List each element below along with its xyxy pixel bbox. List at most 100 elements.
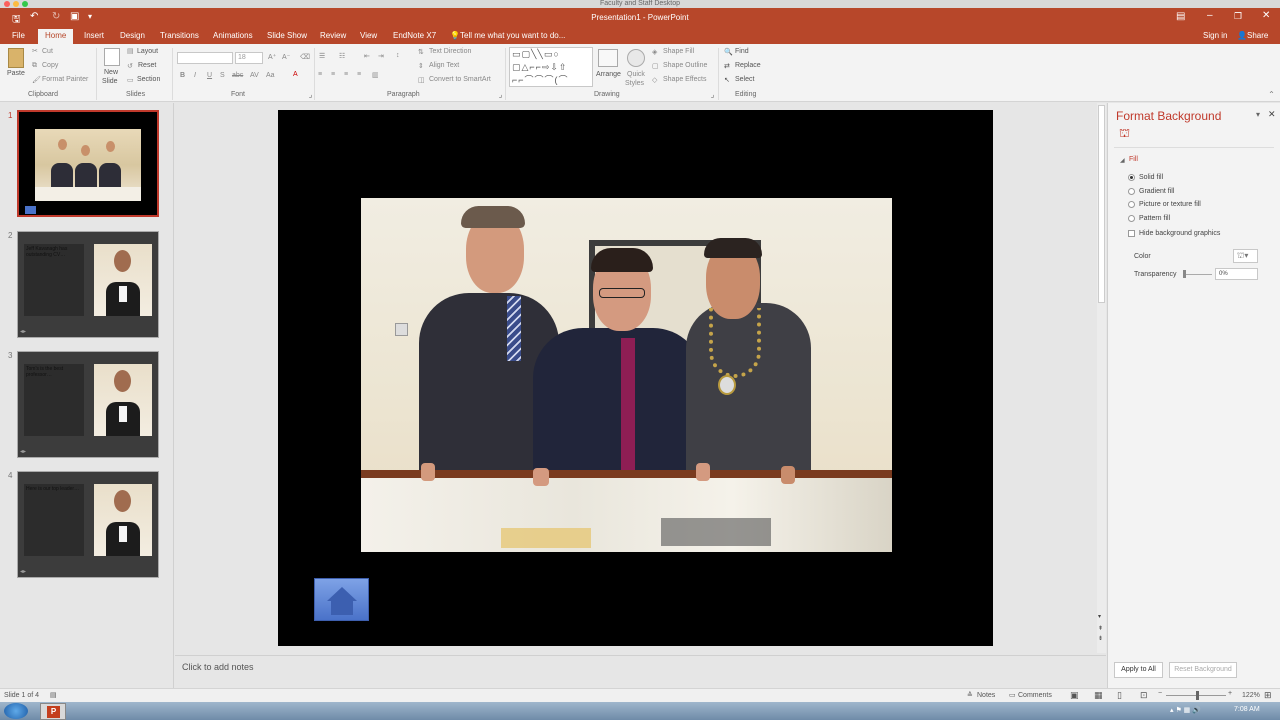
close-dot[interactable] [4, 1, 10, 7]
drawing-dialog-launcher-icon[interactable]: ⌟ [708, 90, 717, 99]
bold-button[interactable]: B [180, 72, 185, 79]
tray-icons[interactable]: ▴ ⚑ ▦ 🔊 [1170, 706, 1201, 714]
transparency-slider-thumb[interactable] [1183, 270, 1186, 278]
cut-icon[interactable]: ✂ [32, 47, 38, 55]
gradient-fill-radio[interactable] [1128, 188, 1135, 195]
tab-design[interactable]: Design [120, 31, 145, 40]
text-direction-icon[interactable]: ⇅ [418, 48, 424, 56]
fit-slide-icon[interactable]: ⊞ [1264, 690, 1272, 701]
slide-sorter-icon[interactable]: ▦ [1094, 690, 1103, 701]
slide-photo[interactable] [361, 198, 892, 552]
shape-outline-button[interactable]: Shape Outline [663, 62, 707, 69]
slide-thumb-4[interactable]: Here is our top leader… ◂▸ [17, 471, 159, 578]
section-icon[interactable]: ▭ [127, 76, 134, 84]
comments-toggle[interactable]: Comments [1018, 692, 1052, 699]
shape-effects-button[interactable]: Shape Effects [663, 76, 706, 83]
normal-view-icon[interactable]: ▣ [1070, 690, 1079, 701]
shape-outline-icon[interactable]: ▢ [652, 62, 659, 70]
numbering-icon[interactable]: ☷ [339, 52, 345, 60]
char-spacing-icon[interactable]: AV [250, 72, 259, 79]
font-color-icon[interactable]: A [293, 71, 298, 78]
reset-background-button[interactable]: Reset Background [1169, 662, 1237, 678]
tell-me-box[interactable]: Tell me what you want to do... [460, 31, 565, 40]
layout-icon[interactable]: ▤ [127, 47, 134, 55]
change-case-icon[interactable]: Aa [266, 72, 275, 79]
grow-font-icon[interactable]: A⁺ [268, 53, 276, 61]
transparency-input[interactable]: 0% [1215, 268, 1258, 280]
columns-icon[interactable]: ▥ [372, 71, 379, 79]
align-left-icon[interactable]: ≡ [318, 71, 322, 78]
solid-fill-label[interactable]: Solid fill [1139, 174, 1163, 181]
quick-styles-button-2[interactable]: Styles [625, 80, 644, 87]
minimize-dot[interactable] [13, 1, 19, 7]
zoom-slider-thumb[interactable] [1196, 691, 1199, 700]
hide-bg-label[interactable]: Hide background graphics [1139, 230, 1220, 237]
share-button[interactable]: Share [1247, 31, 1268, 40]
clock[interactable]: 7:08 AM [1234, 706, 1260, 713]
tab-file[interactable]: File [12, 31, 25, 40]
tab-transitions[interactable]: Transitions [160, 31, 199, 40]
find-button[interactable]: Find [735, 48, 749, 55]
restore-icon[interactable]: ❐ [1234, 11, 1242, 22]
new-slide-icon[interactable] [104, 48, 120, 66]
prev-slide-icon[interactable]: ⇞ [1098, 625, 1103, 632]
taskbar-powerpoint[interactable]: P [40, 703, 66, 720]
align-text-icon[interactable]: ⇕ [418, 62, 424, 70]
picture-fill-radio[interactable] [1128, 201, 1135, 208]
home-action-button[interactable] [314, 578, 369, 621]
zoom-level[interactable]: 122% [1242, 692, 1260, 699]
notes-pane[interactable]: Click to add notes [175, 655, 1106, 687]
tab-home[interactable]: Home [38, 29, 74, 44]
quick-styles-button[interactable]: Quick [627, 71, 645, 78]
transparency-slider[interactable] [1184, 274, 1212, 275]
paste-icon[interactable] [8, 48, 24, 68]
scroll-down-icon[interactable]: ▾ [1098, 613, 1101, 620]
start-button-icon[interactable] [4, 703, 28, 719]
sign-in-link[interactable]: Sign in [1203, 31, 1227, 40]
picture-fill-label[interactable]: Picture or texture fill [1139, 201, 1201, 208]
shrink-font-icon[interactable]: A⁻ [282, 53, 290, 61]
tab-endnote[interactable]: EndNote X7 [393, 31, 436, 40]
paste-button[interactable]: Paste [7, 70, 25, 77]
find-icon[interactable]: 🔍 [724, 48, 733, 56]
increase-indent-icon[interactable]: ⇥ [378, 52, 384, 60]
ribbon-display-icon[interactable]: ▤ [1176, 11, 1185, 22]
underline-button[interactable]: U [207, 72, 212, 79]
reset-button[interactable]: Reset [138, 62, 156, 69]
notes-toggle[interactable]: Notes [977, 692, 995, 699]
zoom-in-icon[interactable]: + [1228, 690, 1232, 697]
arrange-button[interactable]: Arrange [596, 71, 621, 78]
bullets-icon[interactable]: ☰ [319, 52, 325, 60]
smartart-icon[interactable]: ◫ [418, 76, 425, 84]
quick-styles-icon[interactable] [627, 49, 645, 67]
font-size-box[interactable]: 18 [235, 52, 263, 64]
slide-thumb-1[interactable] [17, 110, 159, 217]
new-slide-button-2[interactable]: Slide [102, 78, 118, 85]
tab-view[interactable]: View [360, 31, 377, 40]
tab-review[interactable]: Review [320, 31, 346, 40]
justify-icon[interactable]: ≡ [357, 71, 361, 78]
copy-icon[interactable]: ⧉ [32, 62, 37, 70]
spellcheck-icon[interactable]: ▤ [50, 691, 57, 699]
align-text-button[interactable]: Align Text [429, 62, 459, 69]
vertical-scrollbar[interactable]: ▾ ⇞ ⇟ [1097, 103, 1106, 653]
shape-effects-icon[interactable]: ◇ [652, 76, 657, 84]
solid-fill-radio[interactable] [1128, 174, 1135, 181]
scrollbar-thumb[interactable] [1098, 105, 1105, 303]
fill-bucket-icon[interactable]: ⛫ [1119, 126, 1130, 142]
format-painter-icon[interactable]: 🖌 [32, 76, 41, 84]
hide-bg-checkbox[interactable] [1128, 230, 1135, 237]
zoom-out-icon[interactable]: − [1158, 690, 1162, 697]
color-picker-button[interactable]: ⛫▾ [1233, 249, 1258, 263]
new-slide-button[interactable]: New [104, 69, 118, 76]
reset-icon[interactable]: ↺ [127, 62, 133, 70]
align-right-icon[interactable]: ≡ [344, 71, 348, 78]
align-center-icon[interactable]: ≡ [331, 71, 335, 78]
replace-button[interactable]: Replace [735, 62, 761, 69]
decrease-indent-icon[interactable]: ⇤ [364, 52, 370, 60]
tab-animations[interactable]: Animations [213, 31, 253, 40]
arrange-icon[interactable] [598, 49, 618, 67]
zoom-dot[interactable] [22, 1, 28, 7]
reading-view-icon[interactable]: ▯ [1117, 690, 1122, 701]
shape-fill-icon[interactable]: ◈ [652, 48, 657, 56]
